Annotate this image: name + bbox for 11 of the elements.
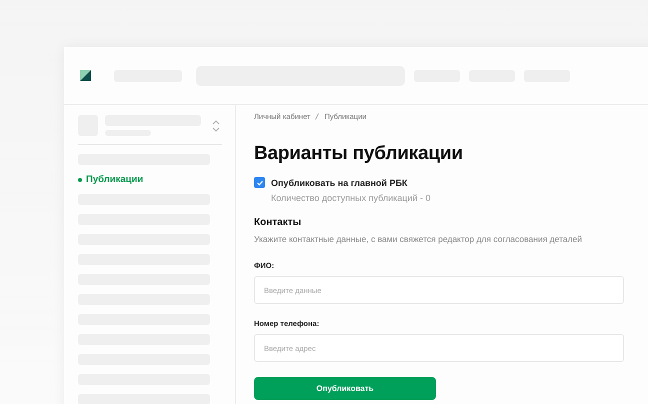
chevron-up-down-icon[interactable] [212,118,220,132]
separator-icon [315,113,320,120]
section-heading: Контакты [254,217,302,228]
publish-button[interactable]: Опубликовать [254,377,436,400]
page-title: Варианты публикации [254,143,464,165]
checkbox-label[interactable]: Опубликовать на главной РБК [271,178,408,188]
section-description: Укажите контактные данные, с вами свяжется редактор для согласования деталей [254,234,584,244]
hint-text: Количество доступных публикаций - 0 [271,193,432,203]
checkbox[interactable] [254,177,265,188]
logo-icon[interactable] [80,70,91,81]
sidebar-item[interactable]: Публикации [78,174,222,185]
